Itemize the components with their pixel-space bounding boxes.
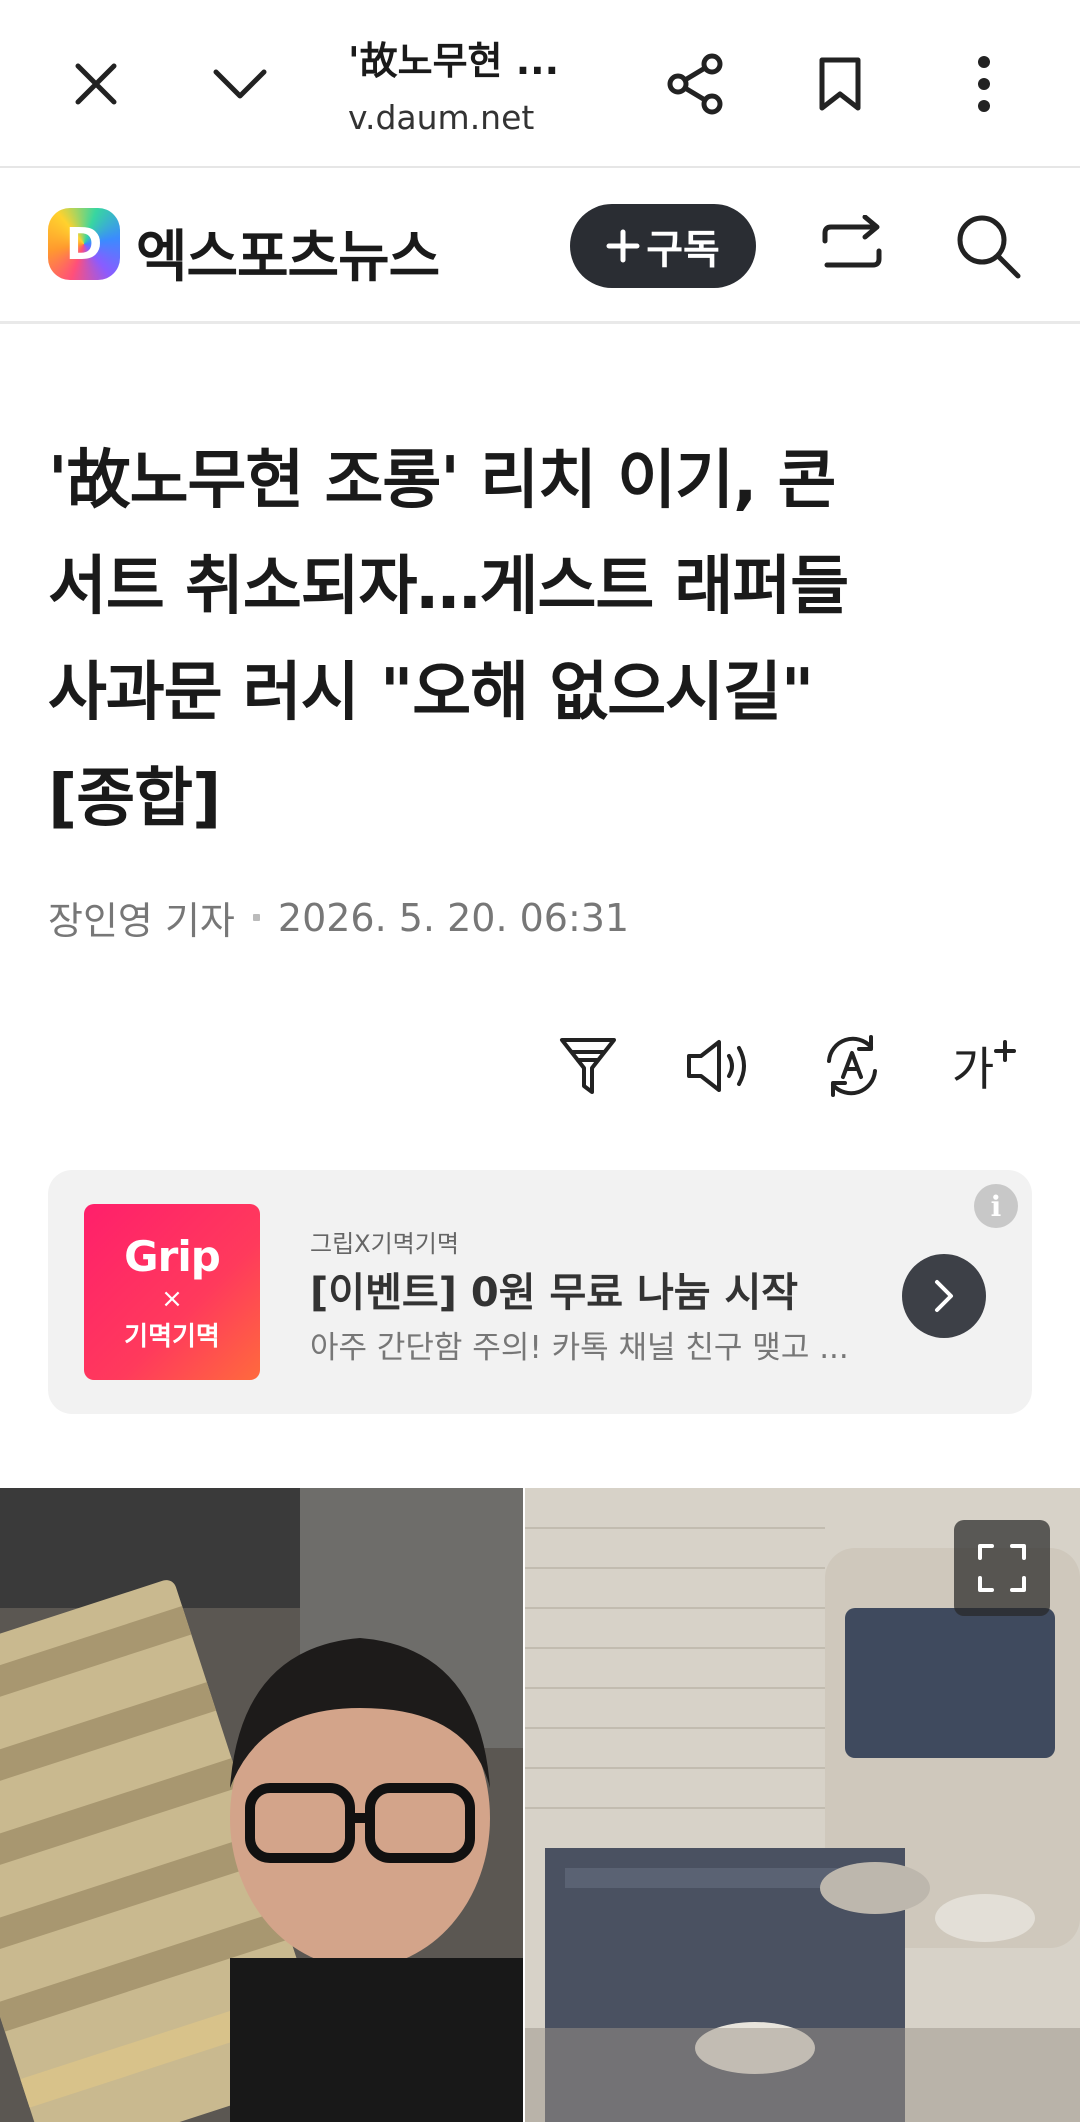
search-button[interactable] [948, 206, 1028, 286]
translate-icon [827, 1035, 877, 1097]
site-share-button[interactable] [812, 206, 892, 286]
bookmark-button[interactable] [792, 36, 888, 132]
close-button[interactable] [48, 36, 144, 132]
ad-info-button[interactable]: i [974, 1184, 1018, 1228]
ad-source: 그립X기멱기멱 [310, 1230, 459, 1258]
subscribe-button[interactable]: 구독 [570, 204, 756, 288]
headline-line: '故노무현 조롱' 리치 이기, 콘 [48, 444, 836, 518]
page-title: '故노무현 ... [348, 39, 560, 83]
share-icon [667, 53, 723, 115]
headline-line: 서트 취소되자…게스트 래퍼들 [48, 550, 849, 624]
ad-description: 아주 간단함 주의! 카톡 채널 친구 맺고 ... [310, 1330, 849, 1366]
ad-thumb-x: × [161, 1284, 183, 1314]
photo-left-panel [0, 1488, 523, 2122]
summary-button[interactable] [552, 1030, 624, 1102]
plus-icon [994, 1040, 1017, 1062]
repeat-share-icon [822, 215, 882, 268]
collapse-button[interactable] [192, 36, 288, 132]
article-photo[interactable] [0, 1488, 1080, 2122]
fullscreen-button[interactable] [954, 1520, 1050, 1616]
author-name[interactable]: 장인영 기자 [48, 890, 235, 945]
site-header: D 엑스포츠뉴스 구독 [0, 170, 1080, 324]
more-options-button[interactable] [936, 36, 1032, 132]
daum-logo[interactable]: D [48, 208, 120, 280]
expand-icon [978, 1544, 1026, 1592]
ad-thumb-partner: 기멱기멱 [124, 1322, 220, 1352]
info-icon: i [990, 1189, 1002, 1223]
page-url[interactable]: v.daum.net [348, 98, 534, 137]
font-size-button[interactable]: 가 [948, 1030, 1020, 1102]
bookmark-icon [819, 57, 861, 111]
article-headline: '故노무현 조롱' 리치 이기, 콘 서트 취소되자…게스트 래퍼들 사과문 러… [48, 428, 1038, 852]
ad-open-button[interactable] [902, 1254, 986, 1338]
read-aloud-button[interactable] [684, 1030, 756, 1102]
share-button[interactable] [648, 36, 744, 132]
site-name[interactable]: 엑스포츠뉴스 [136, 212, 440, 293]
logo-letter: D [65, 218, 103, 270]
publish-datetime: 2026. 5. 20. 06:31 [277, 895, 630, 940]
filter-icon [560, 1038, 616, 1094]
font-size-label: 가 [951, 1042, 995, 1096]
photo-left-graphic [0, 1488, 523, 2122]
ad-banner[interactable]: Grip × 기멱기멱 그립X기멱기멱 [이벤트] 0원 무료 나눔 시작 아주… [48, 1170, 1032, 1414]
subscribe-label: 구독 [646, 227, 720, 273]
chevron-right-icon [935, 1280, 953, 1312]
ad-title[interactable]: [이벤트] 0원 무료 나눔 시작 [310, 1260, 798, 1318]
browser-toolbar: '故노무현 ... v.daum.net [0, 0, 1080, 168]
search-icon [957, 215, 1021, 279]
byline: 장인영 기자 2026. 5. 20. 06:31 [48, 890, 629, 945]
headline-line: 사과문 러시 "오해 없으시길" [48, 656, 814, 730]
chevron-down-icon [213, 69, 267, 99]
close-icon [75, 63, 117, 105]
speaker-icon [687, 1040, 746, 1092]
headline-line: [종합] [48, 762, 221, 836]
plus-icon [606, 229, 640, 263]
separator-dot [252, 914, 260, 921]
more-vertical-icon [978, 56, 990, 112]
ad-thumbnail[interactable]: Grip × 기멱기멱 [84, 1204, 260, 1380]
ad-thumb-brand: Grip [124, 1232, 221, 1281]
translate-button[interactable] [816, 1030, 888, 1102]
